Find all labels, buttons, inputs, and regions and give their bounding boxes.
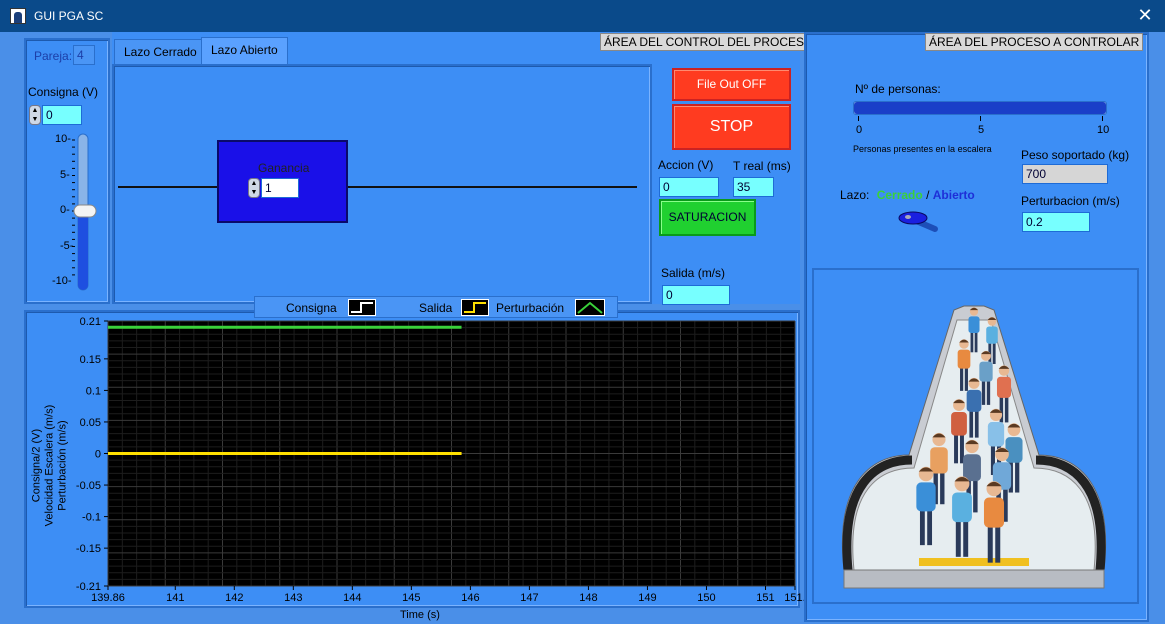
x-tick-label: 150 — [697, 592, 715, 604]
salida-field: 0 — [662, 285, 730, 305]
file-out-button[interactable]: File Out OFF — [672, 68, 791, 101]
consigna-input[interactable]: 0 — [42, 105, 82, 125]
x-tick-label: 139.86 — [91, 592, 125, 604]
control-area-title: ÁREA DEL CONTROL DEL PROCESO — [600, 33, 818, 51]
personas-label: Nº de personas: — [855, 82, 941, 96]
slider-tick-label: 5- — [60, 168, 70, 181]
y-tick-label: -0.05 — [76, 480, 101, 492]
lazo-abierto-text: Abierto — [932, 188, 975, 202]
y-tick-label: 0.05 — [80, 417, 101, 429]
y-tick-label: 0 — [95, 449, 101, 461]
lazo-toggle[interactable] — [897, 209, 941, 233]
salida-label: Salida (m/s) — [661, 266, 726, 280]
accion-field: 0 — [659, 177, 719, 197]
window-title: GUI PGA SC — [34, 9, 104, 23]
x-tick-label: 147 — [520, 592, 538, 604]
x-tick-label: 145 — [402, 592, 420, 604]
accion-label: Accion (V) — [658, 158, 714, 172]
personas-bar-fill — [854, 102, 1106, 114]
personas-tick-5: 5 — [978, 124, 985, 136]
ganancia-spinner[interactable]: ▲ ▼ — [248, 178, 260, 198]
x-tick-label: 146 — [461, 592, 479, 604]
app-icon — [10, 8, 26, 24]
time-chart: 0.210.150.10.050-0.05-0.1-0.15-0.21 139.… — [76, 316, 806, 604]
x-tick-label: 151 — [756, 592, 774, 604]
signal-line-right — [347, 186, 637, 188]
title-bar: GUI PGA SC ✕ — [0, 0, 1165, 32]
consigna-spinner[interactable]: ▲ ▼ — [29, 105, 41, 125]
slider-tick-label: 0- — [60, 204, 70, 216]
x-axis-title: Time (s) — [400, 609, 440, 621]
lazo-slash: / — [926, 188, 930, 202]
y-tick-label: -0.15 — [76, 543, 101, 555]
signal-line-left — [118, 186, 218, 188]
slider-tick-label: -5- — [60, 239, 74, 252]
y-tick-label: 0.21 — [80, 316, 101, 328]
x-tick-label: 149 — [638, 592, 656, 604]
perturbacion-label: Perturbacion (m/s) — [1021, 194, 1120, 208]
x-tick-label: 142 — [225, 592, 243, 604]
x-tick-label: 144 — [343, 592, 361, 604]
treal-field: 35 — [733, 177, 774, 197]
slider-thumb[interactable] — [73, 204, 97, 218]
personas-bar — [853, 101, 1107, 115]
tab-content — [112, 64, 652, 304]
process-area-title: ÁREA DEL PROCESO A CONTROLAR — [925, 33, 1144, 51]
peso-label: Peso soportado (kg) — [1021, 148, 1130, 162]
personas-scale: 0 5 10 — [853, 116, 1113, 140]
lazo-cerrado-text: Cerrado — [876, 188, 923, 202]
peso-field: 700 — [1022, 164, 1108, 184]
pareja-label: Pareja: — [34, 49, 73, 63]
x-tick-label: 148 — [579, 592, 597, 604]
lazo-label: Lazo: Cerrado / Abierto — [840, 188, 975, 202]
x-tick-label: 151. — [784, 592, 805, 604]
slider-tick-label: 10- — [55, 133, 71, 145]
escalator-illustration — [812, 268, 1139, 604]
saturacion-indicator: SATURACION — [659, 199, 756, 236]
personas-tick-0: 0 — [856, 124, 863, 136]
consigna-label: Consigna (V) — [28, 85, 99, 99]
tab-lazo-cerrado[interactable]: Lazo Cerrado — [114, 39, 207, 65]
y-axis-title: Consigna/2 (V) Velocidad Escalera (m/s) … — [26, 392, 74, 532]
stop-button[interactable]: STOP — [672, 104, 791, 150]
escalator-people-image — [842, 305, 1106, 589]
y-tick-label: 0.1 — [86, 385, 101, 397]
y-axis-title-line2: Velocidad Escalera (m/s) — [43, 404, 56, 527]
personas-caption: Personas presentes en la escalera — [853, 144, 992, 154]
personas-tick-10: 10 — [1097, 124, 1110, 136]
tab-lazo-abierto[interactable]: Lazo Abierto — [201, 37, 288, 65]
treal-label: T real (ms) — [733, 159, 791, 173]
slider-tick-label: -10- — [52, 275, 72, 287]
lazo-label-text: Lazo: — [840, 188, 870, 202]
ganancia-label: Ganancia — [258, 161, 310, 175]
y-tick-label: -0.1 — [82, 512, 101, 524]
perturbacion-field[interactable]: 0.2 — [1022, 212, 1090, 232]
pareja-field[interactable]: 4 — [73, 45, 95, 65]
x-tick-label: 143 — [284, 592, 302, 604]
x-tick-label: 141 — [166, 592, 184, 604]
y-axis-title-line3: Perturbación (m/s) — [56, 420, 69, 511]
y-tick-label: 0.15 — [80, 354, 101, 366]
close-icon[interactable]: ✕ — [1135, 5, 1155, 25]
y-axis-title-line1: Consigna/2 (V) — [30, 428, 43, 503]
ganancia-input[interactable]: 1 — [261, 178, 299, 198]
